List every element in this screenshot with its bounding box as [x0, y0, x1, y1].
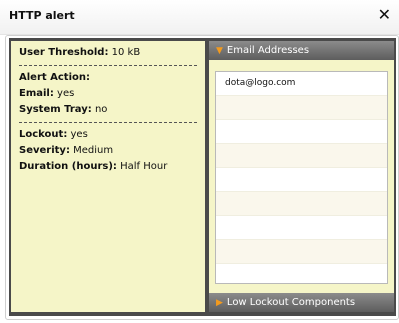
email-addresses-panel: ▼ Email Addresses dota@logo.com ▶ Low Lock…	[209, 41, 394, 312]
threshold-value: 10 kB	[111, 47, 141, 58]
list-item[interactable]	[216, 96, 387, 120]
low-lockout-components-title: Low Lockout Components	[226, 297, 356, 308]
alert-action-line: Alert Action:	[19, 70, 197, 86]
email-address-list[interactable]: dota@logo.com	[215, 71, 388, 284]
threshold-label: User Threshold:	[19, 47, 109, 58]
list-item[interactable]	[216, 240, 387, 264]
close-icon[interactable]: ✕	[378, 5, 391, 25]
alert-action-label: Alert Action:	[19, 72, 91, 83]
title-bar: HTTP alert ✕	[0, 0, 399, 35]
list-item[interactable]	[216, 120, 387, 144]
system-tray-value: no	[94, 104, 108, 115]
chevron-down-icon: ▼	[216, 46, 223, 56]
duration-label: Duration (hours):	[19, 161, 117, 172]
list-item[interactable]	[216, 144, 387, 168]
lockout-label: Lockout:	[19, 129, 68, 140]
email-line: Email: yes	[19, 86, 197, 102]
severity-value: Medium	[73, 145, 114, 156]
email-value: yes	[57, 88, 75, 99]
list-item[interactable]	[216, 216, 387, 240]
duration-value: Half Hour	[120, 161, 168, 172]
list-item[interactable]: dota@logo.com	[216, 72, 387, 96]
separator	[19, 122, 197, 123]
separator	[19, 65, 197, 66]
list-item[interactable]	[216, 168, 387, 192]
threshold-line: User Threshold: 10 kB	[19, 45, 197, 61]
duration-line: Duration (hours): Half Hour	[19, 159, 197, 175]
severity-label: Severity:	[19, 145, 70, 156]
window-title: HTTP alert	[9, 9, 75, 22]
list-item[interactable]	[216, 192, 387, 216]
severity-line: Severity: Medium	[19, 143, 197, 159]
alert-details-panel: User Threshold: 10 kB Alert Action: Emai…	[11, 41, 205, 312]
email-label: Email:	[19, 88, 54, 99]
system-tray-line: System Tray: no	[19, 102, 197, 118]
low-lockout-components-header[interactable]: ▶ Low Lockout Components	[209, 293, 394, 312]
email-addresses-header[interactable]: ▼ Email Addresses	[209, 41, 394, 60]
lockout-line: Lockout: yes	[19, 127, 197, 143]
list-item[interactable]	[216, 264, 387, 283]
lockout-value: yes	[70, 129, 88, 140]
email-addresses-title: Email Addresses	[226, 45, 310, 56]
system-tray-label: System Tray:	[19, 104, 92, 115]
chevron-right-icon: ▶	[216, 298, 223, 308]
